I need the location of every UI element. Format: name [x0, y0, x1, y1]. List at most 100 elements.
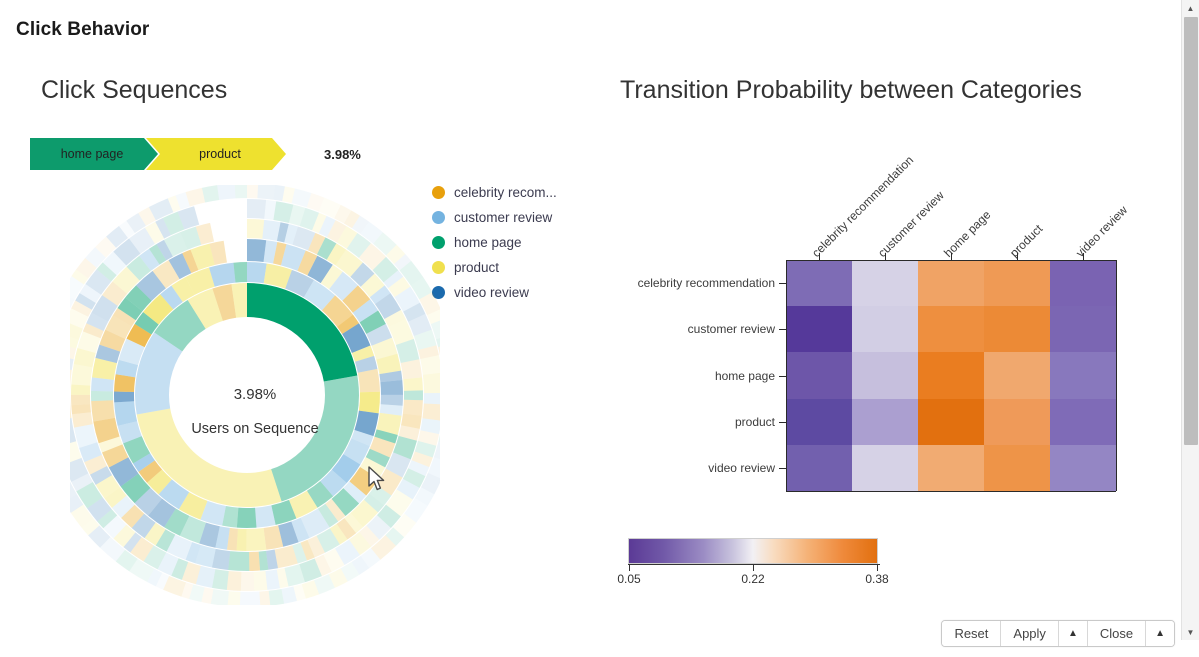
bottom-toolbar[interactable]: Reset Apply ▲ Close ▲	[941, 620, 1175, 647]
sunburst-outer-segment	[380, 380, 403, 395]
app-root: Click Behavior Click Sequences home page…	[0, 0, 1199, 657]
sunburst-outer-segment	[226, 571, 242, 591]
heatmap-right-axis	[1116, 260, 1117, 491]
legend-item-label: customer review	[454, 210, 553, 225]
heatmap-y-label-0: celebrity recommendation	[637, 276, 775, 291]
legend-item-3[interactable]: product	[432, 255, 557, 280]
heatmap-colorbar: 0.05 0.22 0.38	[617, 538, 889, 590]
heatmap-x-tick-2	[951, 253, 952, 260]
heatmap-cell-3-4[interactable]	[1050, 398, 1116, 445]
heatmap-y-tick-1	[779, 329, 786, 331]
heatmap-y-tick-4	[779, 467, 786, 469]
heatmap-cell-0-1[interactable]	[852, 260, 918, 307]
sunburst-outer-segment	[90, 390, 114, 402]
sunburst-outer-segment	[422, 403, 440, 421]
heatmap-x-tick-4	[1083, 253, 1084, 260]
heatmap-x-tick-1	[885, 253, 886, 260]
sunburst-outer-segment	[240, 571, 255, 591]
reset-button[interactable]: Reset	[942, 621, 1002, 646]
sunburst-outer-segment	[114, 374, 136, 392]
heatmap-cell-1-1[interactable]	[852, 306, 918, 353]
sunburst-outer-segment	[358, 391, 380, 414]
sunburst-outer-segment	[210, 589, 229, 605]
heatmap-cell-2-1[interactable]	[852, 352, 918, 399]
colorbar-tick-1	[753, 564, 754, 571]
heatmap-cell-2-0[interactable]	[786, 352, 852, 399]
legend-item-4[interactable]: video review	[432, 280, 557, 305]
heatmap-x-label-1: customer review	[875, 188, 947, 260]
sunburst-outer-segment	[259, 590, 271, 605]
legend-item-0[interactable]: celebrity recom...	[432, 180, 557, 205]
apply-chevron-up-icon[interactable]: ▲	[1058, 621, 1088, 646]
heatmap-y-label-3: product	[734, 414, 775, 429]
sunburst-outer-segment	[236, 507, 257, 528]
mouse-pointer-icon	[368, 466, 385, 491]
scroll-down-arrow-icon[interactable]: ▼	[1182, 624, 1199, 640]
heatmap-x-label-2: home page	[941, 207, 994, 260]
heatmap-cell-3-2[interactable]	[918, 398, 984, 445]
heatmap-top-axis	[786, 260, 1116, 261]
colorbar-tick-label-1: 0.22	[741, 572, 765, 586]
sunburst-outer-segment	[228, 551, 250, 571]
heatmap-cell-4-2[interactable]	[918, 444, 984, 491]
heatmap-cell-1-0[interactable]	[786, 306, 852, 353]
click-sequences-title: Click Sequences	[41, 76, 228, 104]
heatmap-cell-0-2[interactable]	[918, 260, 984, 307]
sunburst-outer-segment	[114, 391, 135, 403]
sunburst-outer-segment	[236, 528, 247, 551]
breadcrumb[interactable]: home page product 3.98%	[30, 138, 361, 170]
sunburst-outer-segment	[246, 527, 267, 551]
colorbar-tick-0	[629, 564, 630, 571]
heatmap-cell-3-1[interactable]	[852, 398, 918, 445]
heatmap-chart[interactable]: celebrity recommendation customer review h…	[620, 150, 1160, 520]
close-chevron-up-icon[interactable]: ▲	[1146, 621, 1174, 646]
heatmap-cell-4-4[interactable]	[1050, 444, 1116, 491]
sunburst-outer-segment	[71, 384, 91, 395]
legend-item-1[interactable]: customer review	[432, 205, 557, 230]
heatmap-cell-1-2[interactable]	[918, 306, 984, 353]
heatmap-cell-4-1[interactable]	[852, 444, 918, 491]
heatmap-cell-3-0[interactable]	[786, 398, 852, 445]
heatmap-cell-4-0[interactable]	[786, 444, 852, 491]
close-button[interactable]: Close	[1087, 621, 1147, 646]
legend-item-label: product	[454, 260, 500, 275]
legend-item-2[interactable]: home page	[432, 230, 557, 255]
heatmap-cell-2-3[interactable]	[984, 352, 1050, 399]
sunburst-outer-segment	[234, 185, 247, 199]
heatmap-left-axis	[786, 260, 787, 491]
breadcrumb-step-0[interactable]: home page	[30, 138, 158, 170]
scrollbar-thumb[interactable]	[1184, 17, 1198, 445]
sunburst-outer-segment	[403, 377, 423, 391]
heatmap-x-axis-labels: celebrity recommendation customer review h…	[620, 150, 1160, 260]
heatmap-cell-0-0[interactable]	[786, 260, 852, 307]
sunburst-chart[interactable]: 3.98% Users on Sequence	[70, 185, 440, 605]
sunburst-outer-segment	[247, 185, 259, 199]
breadcrumb-step-label: home page	[60, 147, 124, 161]
breadcrumb-step-1[interactable]: product	[146, 138, 286, 170]
heatmap-x-label-3: product	[1007, 221, 1046, 260]
sunburst-inner-ring[interactable]	[135, 283, 359, 508]
sunburst-outer-segment	[70, 396, 71, 410]
heatmap-cell-2-2[interactable]	[918, 352, 984, 399]
heatmap-cell-4-3[interactable]	[984, 444, 1050, 491]
sunburst-svg[interactable]	[70, 185, 440, 605]
sunburst-legend: celebrity recom... customer review home pa…	[432, 180, 557, 305]
sunburst-outer-segment	[91, 377, 114, 392]
colorbar-axis: 0.05 0.22 0.38	[617, 564, 889, 590]
heatmap-cell-1-4[interactable]	[1050, 306, 1116, 353]
heatmap-cell-3-3[interactable]	[984, 398, 1050, 445]
sunburst-outer-segment	[247, 239, 267, 263]
vertical-scrollbar[interactable]: ▲ ▼	[1181, 0, 1199, 640]
heatmap-x-label-4: video review	[1073, 202, 1131, 260]
scroll-up-arrow-icon[interactable]: ▲	[1182, 0, 1199, 16]
heatmap-grid[interactable]	[786, 260, 1116, 491]
heatmap-cell-2-4[interactable]	[1050, 352, 1116, 399]
page-title: Click Behavior	[16, 19, 150, 40]
heatmap-cell-1-3[interactable]	[984, 306, 1050, 353]
heatmap-cell-0-3[interactable]	[984, 260, 1050, 307]
heatmap-y-label-4: video review	[708, 460, 775, 475]
legend-item-label: video review	[454, 285, 530, 300]
heatmap-y-label-1: customer review	[687, 322, 775, 337]
heatmap-cell-0-4[interactable]	[1050, 260, 1116, 307]
apply-button[interactable]: Apply	[1001, 621, 1059, 646]
